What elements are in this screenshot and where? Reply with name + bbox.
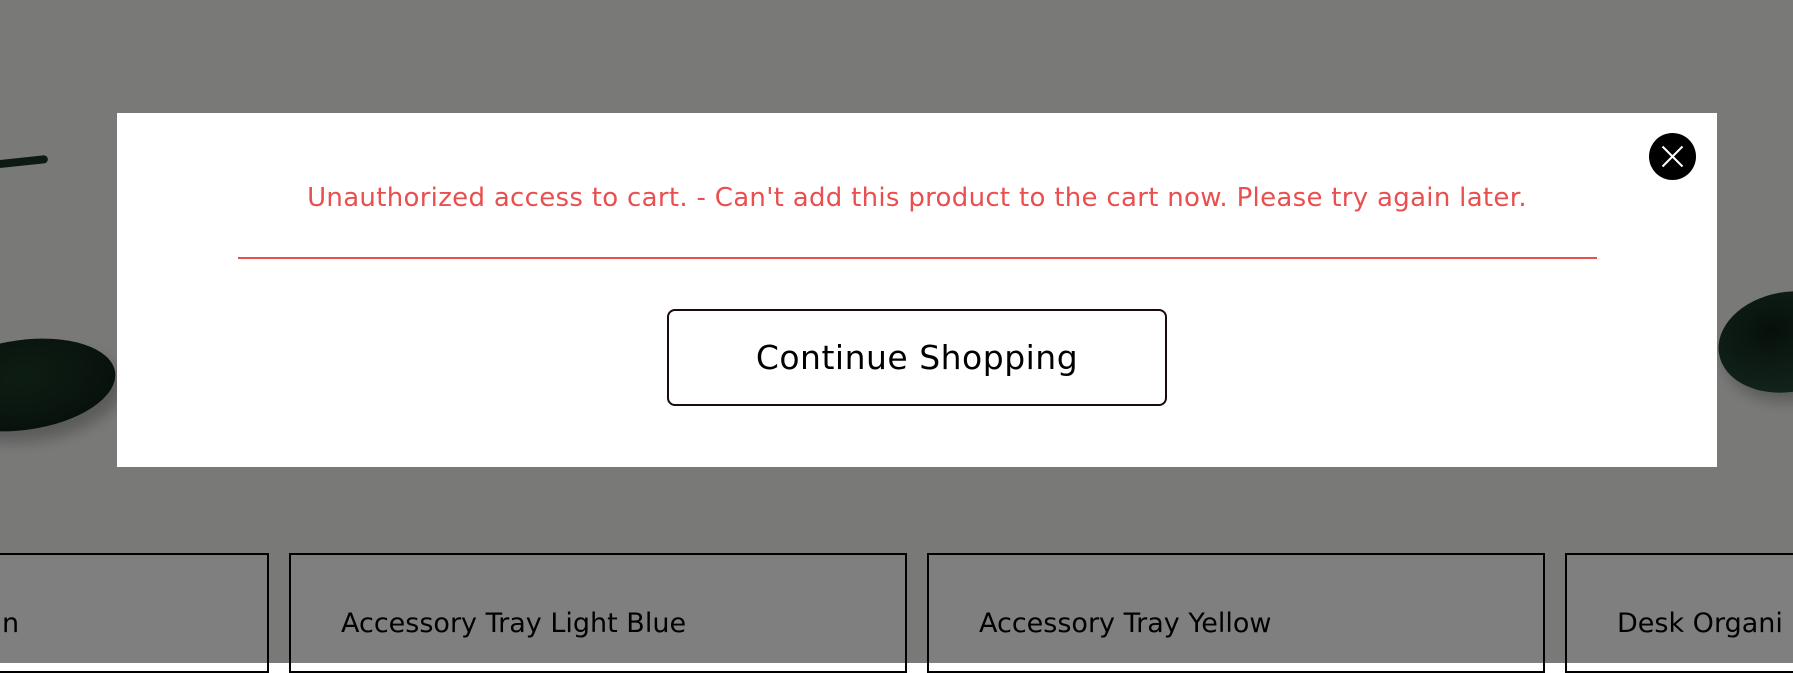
cart-error-modal: Unauthorized access to cart. - Can't add…: [117, 113, 1717, 467]
close-button[interactable]: [1649, 133, 1696, 180]
divider: [238, 257, 1597, 259]
error-message: Unauthorized access to cart. - Can't add…: [307, 183, 1527, 213]
close-icon: [1661, 145, 1684, 168]
continue-shopping-button[interactable]: Continue Shopping: [667, 309, 1167, 406]
